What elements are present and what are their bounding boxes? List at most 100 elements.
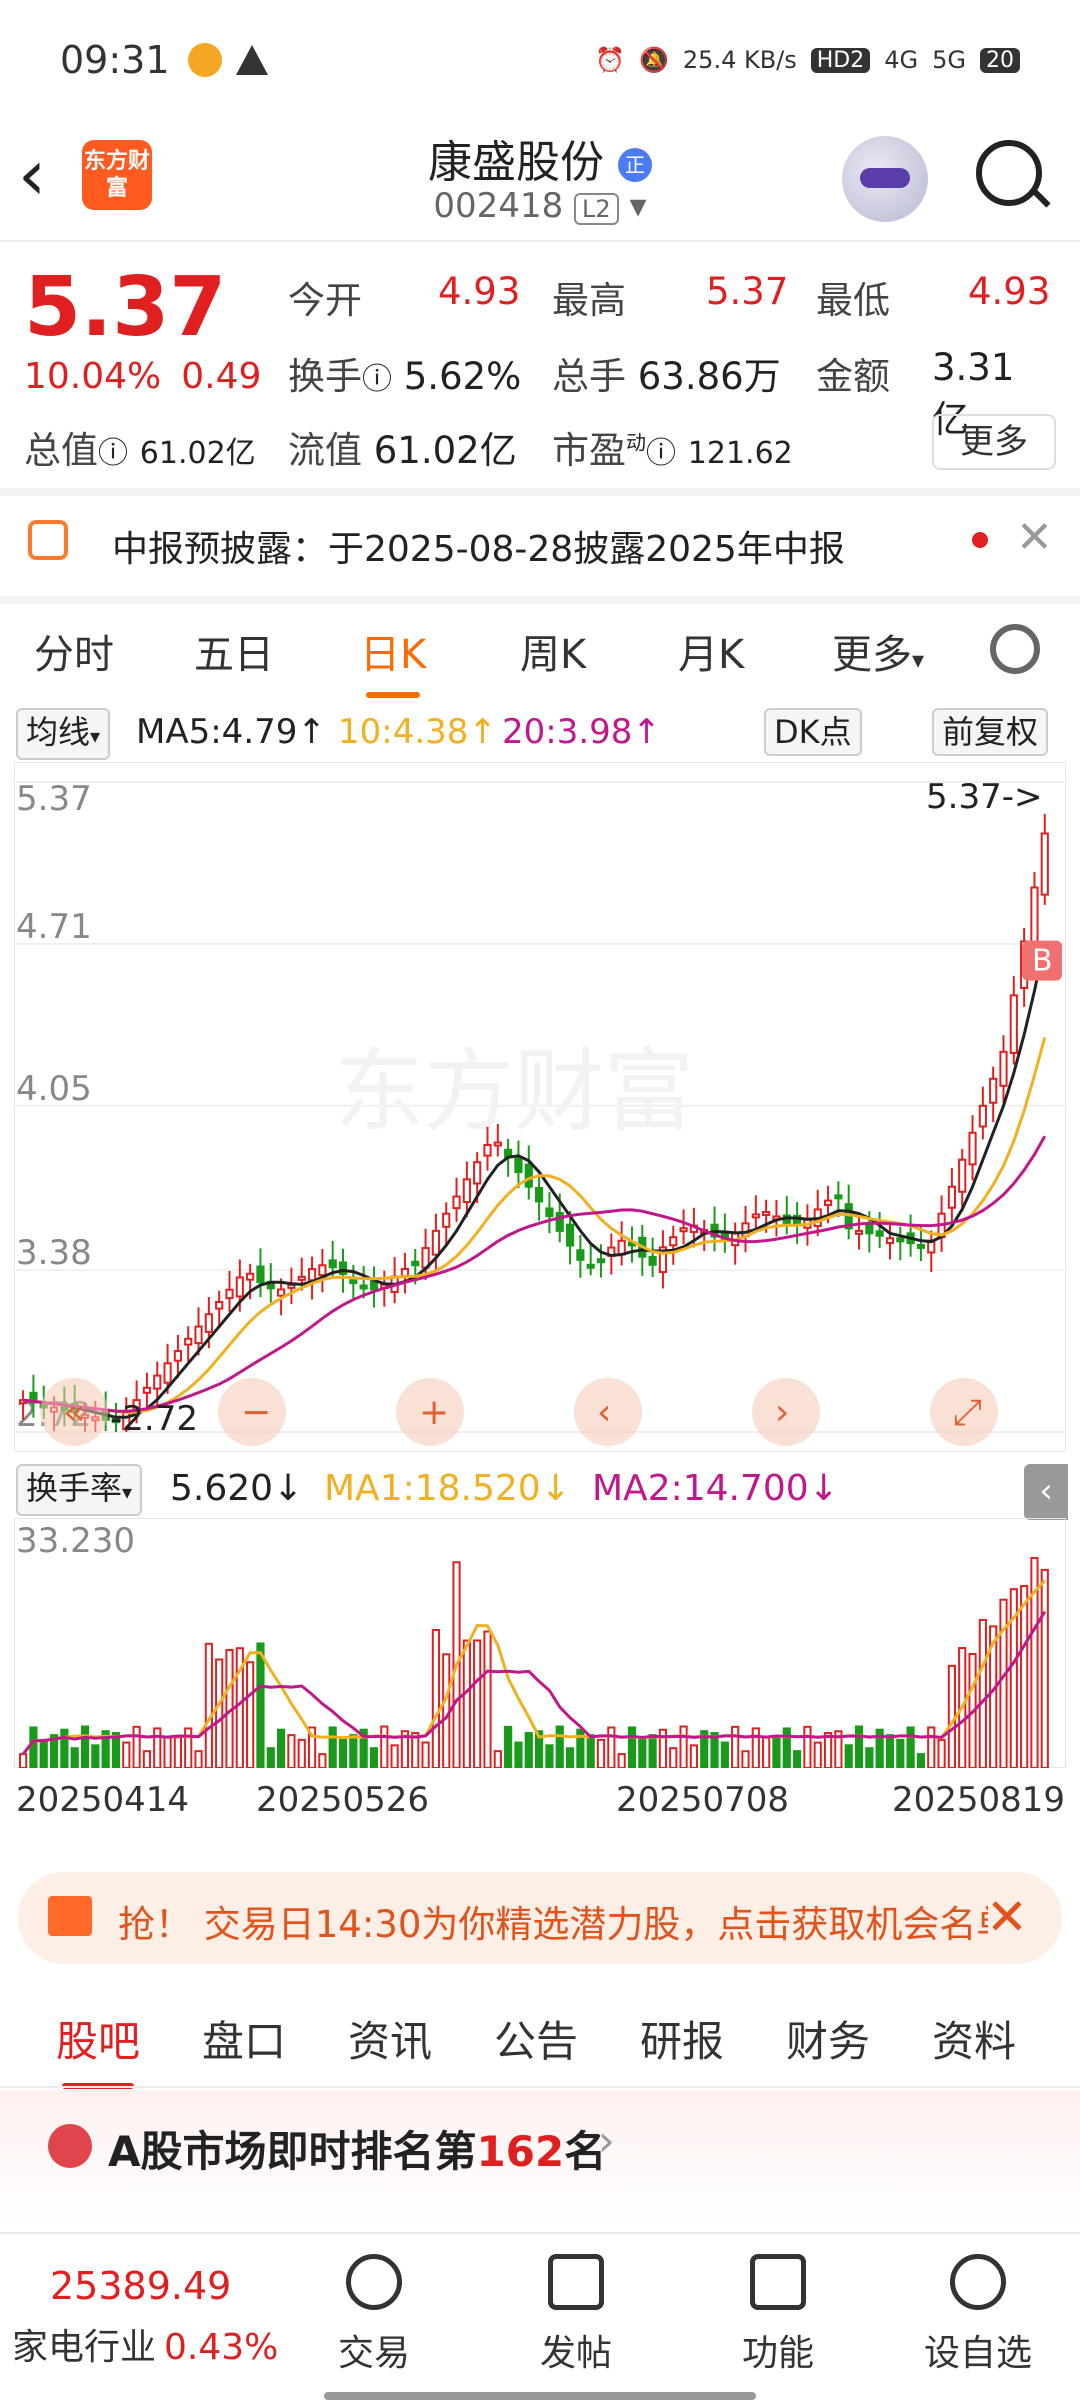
- candle: [318, 1264, 327, 1277]
- assistant-avatar[interactable]: [842, 136, 928, 222]
- info-icon[interactable]: ⓘ: [362, 362, 392, 397]
- turnover-bar: [184, 1727, 193, 1768]
- candle: [854, 1229, 864, 1235]
- candle: [762, 1211, 771, 1217]
- chevron-down-icon: ▾: [122, 1480, 133, 1504]
- edit-icon: [548, 2254, 604, 2310]
- turnover-chart[interactable]: 33.230: [14, 1518, 1066, 1768]
- turnover-bar: [916, 1753, 926, 1768]
- tab-profile[interactable]: 资料: [932, 2008, 1016, 2069]
- candle: [173, 1350, 182, 1362]
- tab-news[interactable]: 资讯: [348, 2008, 432, 2069]
- adjust-button[interactable]: 前复权: [932, 708, 1049, 756]
- candle: [596, 1258, 606, 1264]
- turnover-bar: [596, 1738, 606, 1768]
- turnover-bar: [823, 1732, 833, 1768]
- notice-banner[interactable]: 中报预披露：于2025-08-28披露2025年中报 ✕: [0, 496, 1080, 592]
- turnover-ma1-line: [21, 1579, 1046, 1756]
- candle: [586, 1263, 595, 1269]
- turnover-bar: [607, 1726, 616, 1768]
- turnover-bar: [266, 1747, 275, 1768]
- tab-announcements[interactable]: 公告: [494, 2008, 578, 2069]
- tab-orderbook[interactable]: 盘口: [202, 2008, 286, 2069]
- candle: [307, 1268, 317, 1282]
- candle: [885, 1237, 895, 1245]
- tab-weekly-k[interactable]: 周K: [520, 622, 586, 680]
- candle: [648, 1255, 657, 1266]
- candle: [297, 1275, 306, 1281]
- add-watchlist-button[interactable]: 设自选: [918, 2254, 1038, 2376]
- turnover-bar: [163, 1736, 172, 1768]
- promo-banner[interactable]: 抢！ 交易日14:30为你精选潜力股，点击获取机会名单 ✕: [18, 1872, 1062, 1964]
- price-change: 10.04% 0.49: [24, 356, 281, 397]
- candle: [163, 1362, 172, 1384]
- turnover-bar: [782, 1727, 791, 1768]
- post-button[interactable]: 发帖: [516, 2254, 636, 2376]
- chevron-down-icon: ▾: [90, 724, 101, 748]
- float-field: 流值 61.02亿: [288, 429, 517, 472]
- ma-selector[interactable]: 均线▾: [16, 708, 111, 760]
- info-icon[interactable]: ⓘ: [98, 436, 128, 471]
- candle: [524, 1163, 533, 1188]
- industry-index-value[interactable]: 25389.49: [50, 2264, 231, 2308]
- tab-monthly-k[interactable]: 月K: [678, 622, 744, 680]
- turnover-bar: [215, 1658, 224, 1768]
- promo-text: 抢！ 交易日14:30为你精选潜力股，点击获取机会名单: [118, 1903, 988, 1946]
- turnover-bar: [390, 1744, 399, 1768]
- date-label: 20250526: [256, 1780, 430, 1820]
- watermark: 东方财富: [334, 1039, 694, 1144]
- turnover-bar: [277, 1728, 286, 1768]
- more-button[interactable]: 更多: [932, 414, 1056, 470]
- close-icon[interactable]: ✕: [1016, 512, 1053, 563]
- open-field: 今开 4.93: [288, 270, 521, 322]
- tab-forum[interactable]: 股吧: [56, 2008, 140, 2089]
- battery-icon: 20: [980, 47, 1020, 73]
- info-icon[interactable]: ⓘ: [646, 436, 676, 471]
- tab-finance[interactable]: 财务: [786, 2008, 870, 2069]
- turnover-bar: [194, 1750, 203, 1768]
- date-axis: 20250414 20250526 20250708 20250819: [0, 1780, 1080, 1830]
- dk-point-button[interactable]: DK点: [764, 708, 862, 756]
- tab-more[interactable]: 更多▾: [832, 622, 924, 680]
- tab-daily-k[interactable]: 日K: [360, 622, 426, 698]
- candle: [452, 1195, 461, 1210]
- zoom-out-icon: −: [241, 1392, 271, 1433]
- chevron-down-icon: ▾: [629, 186, 647, 226]
- rewind-icon: «: [63, 1392, 85, 1433]
- tab-five-day[interactable]: 五日: [194, 622, 274, 680]
- turnover-field: 换手ⓘ 5.62%: [288, 355, 522, 398]
- turnover-bar: [731, 1725, 740, 1768]
- close-icon[interactable]: ✕: [986, 1888, 1028, 1946]
- functions-button[interactable]: 功能: [718, 2254, 838, 2376]
- search-icon[interactable]: [976, 140, 1042, 206]
- candle: [411, 1260, 420, 1267]
- stock-header: ‹ 东方财富 康盛股份 正 002418 L2 ▾: [0, 120, 1080, 240]
- notice-text: 中报预披露：于2025-08-28披露2025年中报: [112, 529, 845, 570]
- turnover-bar: [153, 1727, 162, 1768]
- turnover-bar: [896, 1738, 905, 1768]
- alarm-icon: ⏰: [595, 46, 626, 74]
- turnover-bar: [132, 1725, 141, 1768]
- turnover-bar: [555, 1725, 564, 1768]
- rank-chart-icon: [48, 2124, 92, 2168]
- market-rank[interactable]: A股市场即时排名第162名 ›: [0, 2090, 1080, 2230]
- y-axis-label: 3.38: [16, 1233, 92, 1273]
- collapse-panel-icon[interactable]: ‹: [1024, 1464, 1068, 1520]
- k-line-chart[interactable]: 5.374.714.053.382.72东方财富5.37->-2.72B«−+‹…: [14, 762, 1066, 1452]
- turnover-value: 5.620↓: [170, 1468, 304, 1509]
- tab-timeshare[interactable]: 分时: [34, 622, 114, 680]
- indicator-selector[interactable]: 换手率▾: [16, 1464, 143, 1516]
- trade-button[interactable]: 交易: [314, 2254, 434, 2376]
- industry-index[interactable]: 家电行业 0.43%: [12, 2318, 278, 2370]
- next-icon: ›: [775, 1392, 789, 1433]
- gear-icon[interactable]: [990, 624, 1040, 674]
- tab-research[interactable]: 研报: [640, 2008, 724, 2069]
- candle: [823, 1199, 833, 1206]
- candle: [369, 1280, 379, 1291]
- turnover-bar: [565, 1747, 575, 1768]
- candle: [194, 1325, 203, 1345]
- status-time: 09:31: [60, 38, 170, 82]
- change-amount: 0.49: [181, 356, 262, 397]
- turnover-bar: [256, 1642, 265, 1768]
- candle: [958, 1158, 967, 1193]
